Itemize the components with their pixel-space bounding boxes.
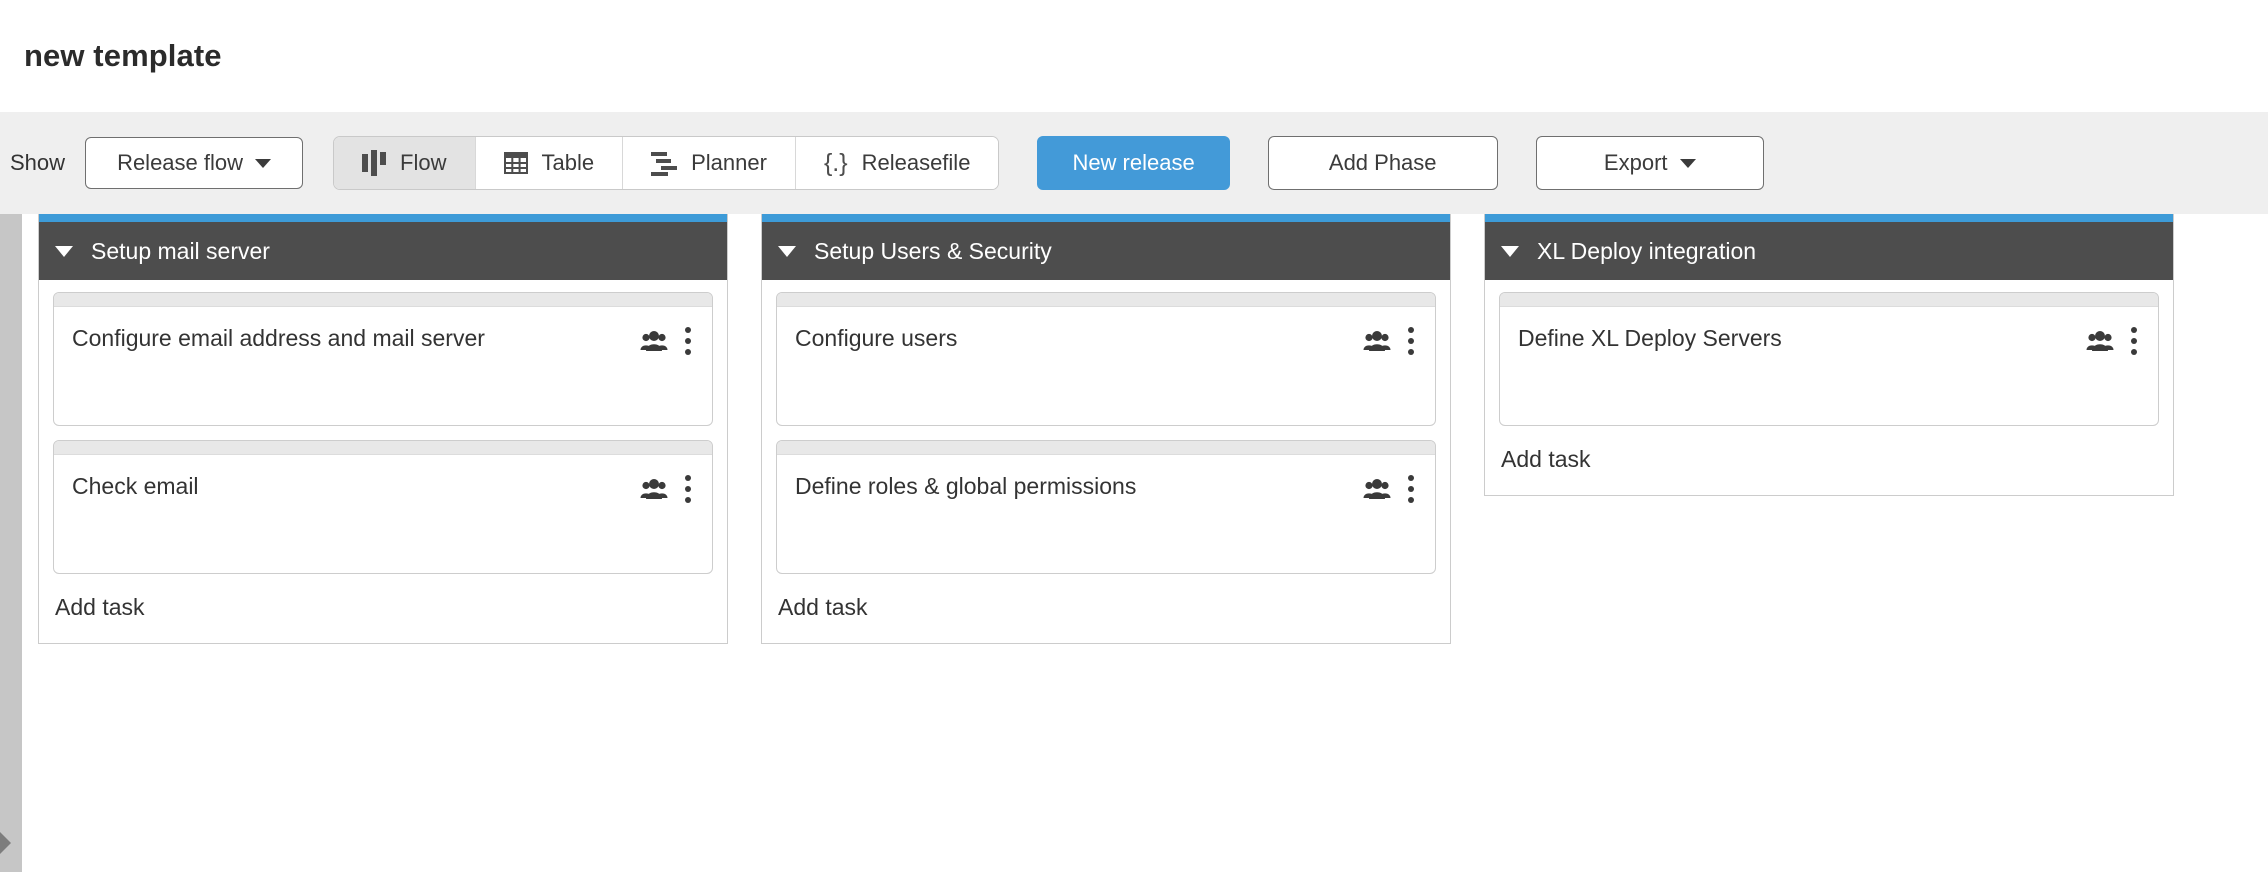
tab-planner-label: Planner <box>691 150 767 176</box>
task-title: Configure email address and mail server <box>72 323 485 353</box>
table-icon <box>504 151 528 175</box>
task-actions <box>1363 323 1417 357</box>
tab-releasefile-label: Releasefile <box>862 150 971 176</box>
task-actions <box>2086 323 2140 357</box>
chevron-down-icon[interactable] <box>55 246 73 257</box>
chevron-down-icon <box>1680 159 1696 168</box>
task-card-body: Define roles & global permissions <box>777 455 1435 573</box>
phase-title: Setup Users & Security <box>814 238 1052 265</box>
add-task-button[interactable]: Add task <box>776 588 1436 643</box>
phase-column: Setup mail server Configure email addres… <box>38 214 728 644</box>
task-actions <box>640 471 694 505</box>
show-label: Show <box>10 150 65 176</box>
phase-header[interactable]: XL Deploy integration <box>1485 222 2173 280</box>
board-area: Setup mail server Configure email addres… <box>0 214 2268 872</box>
phase-body: Configure email address and mail server <box>39 280 727 643</box>
add-task-button[interactable]: Add task <box>1499 440 2159 495</box>
task-card-body: Configure email address and mail server <box>54 307 712 425</box>
braces-icon: {.} <box>824 151 848 176</box>
task-drag-handle[interactable] <box>1500 293 2158 307</box>
task-drag-handle[interactable] <box>777 293 1435 307</box>
phase-header[interactable]: Setup Users & Security <box>762 222 1450 280</box>
phase-title: Setup mail server <box>91 238 270 265</box>
phase-column: Setup Users & Security Configure users <box>761 214 1451 644</box>
phase-header[interactable]: Setup mail server <box>39 222 727 280</box>
chevron-down-icon[interactable] <box>778 246 796 257</box>
task-actions <box>640 323 694 357</box>
expand-panel-arrow-icon[interactable] <box>0 832 11 854</box>
task-title: Check email <box>72 471 199 501</box>
flow-icon <box>362 150 386 176</box>
task-card-body: Define XL Deploy Servers <box>1500 307 2158 425</box>
task-card-body: Configure users <box>777 307 1435 425</box>
add-phase-button[interactable]: Add Phase <box>1268 136 1498 190</box>
phase-accent-bar <box>39 214 727 222</box>
task-actions <box>1363 471 1417 505</box>
tab-flow[interactable]: Flow <box>334 137 475 189</box>
team-icon[interactable] <box>640 478 668 500</box>
task-more-menu-icon[interactable] <box>1405 325 1417 357</box>
task-card[interactable]: Define XL Deploy Servers <box>1499 292 2159 426</box>
task-title: Configure users <box>795 323 957 353</box>
release-template-board-page: new template Show Release flow Flow <box>0 0 2268 872</box>
tab-releasefile[interactable]: {.} Releasefile <box>796 137 999 189</box>
phase-body: Configure users <box>762 280 1450 643</box>
phase-columns: Setup mail server Configure email addres… <box>38 214 2174 644</box>
phase-column: XL Deploy integration Define XL Deploy S… <box>1484 214 2174 496</box>
team-icon[interactable] <box>640 330 668 352</box>
planner-icon <box>651 151 677 175</box>
chevron-down-icon[interactable] <box>1501 246 1519 257</box>
export-button-label: Export <box>1604 150 1668 176</box>
task-card[interactable]: Configure users <box>776 292 1436 426</box>
export-button[interactable]: Export <box>1536 136 1764 190</box>
left-rail-collapsed-panel[interactable] <box>0 214 22 872</box>
task-title: Define roles & global permissions <box>795 471 1136 501</box>
page-title: new template <box>24 38 222 74</box>
team-icon[interactable] <box>1363 330 1391 352</box>
task-title: Define XL Deploy Servers <box>1518 323 1782 353</box>
phase-accent-bar <box>1485 214 2173 222</box>
add-task-button[interactable]: Add task <box>53 588 713 643</box>
tab-table-label: Table <box>542 150 595 176</box>
tab-table[interactable]: Table <box>476 137 624 189</box>
toolbar: Show Release flow Flow <box>0 112 2268 214</box>
task-card-body: Check email <box>54 455 712 573</box>
task-more-menu-icon[interactable] <box>2128 325 2140 357</box>
release-flow-dropdown-label: Release flow <box>117 150 243 176</box>
phase-body: Define XL Deploy Servers <box>1485 280 2173 495</box>
task-card[interactable]: Define roles & global permissions <box>776 440 1436 574</box>
task-drag-handle[interactable] <box>54 441 712 455</box>
team-icon[interactable] <box>1363 478 1391 500</box>
task-more-menu-icon[interactable] <box>682 473 694 505</box>
team-icon[interactable] <box>2086 330 2114 352</box>
chevron-down-icon <box>255 159 271 168</box>
task-more-menu-icon[interactable] <box>682 325 694 357</box>
task-drag-handle[interactable] <box>777 441 1435 455</box>
task-card[interactable]: Check email <box>53 440 713 574</box>
tab-flow-label: Flow <box>400 150 446 176</box>
task-card[interactable]: Configure email address and mail server <box>53 292 713 426</box>
new-release-button[interactable]: New release <box>1037 136 1229 190</box>
phase-title: XL Deploy integration <box>1537 238 1756 265</box>
task-drag-handle[interactable] <box>54 293 712 307</box>
phase-accent-bar <box>762 214 1450 222</box>
tab-planner[interactable]: Planner <box>623 137 796 189</box>
task-more-menu-icon[interactable] <box>1405 473 1417 505</box>
release-flow-dropdown[interactable]: Release flow <box>85 137 303 189</box>
title-bar: new template <box>0 0 2268 112</box>
view-switcher: Flow Table Planner <box>333 136 999 190</box>
